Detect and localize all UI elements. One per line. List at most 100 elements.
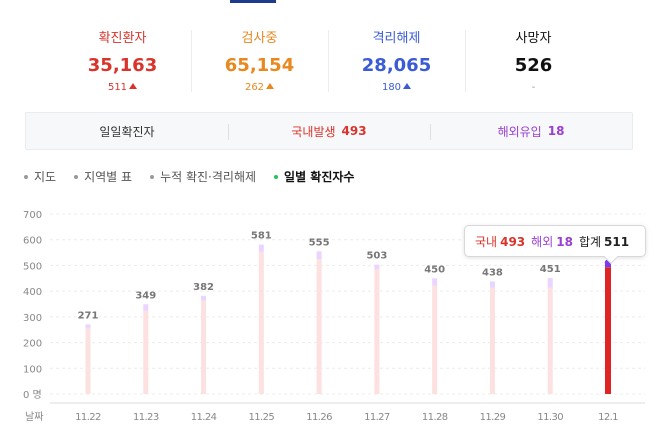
tooltip-total: 합계 511 bbox=[579, 233, 629, 250]
x-tick-label: 11.26 bbox=[306, 412, 332, 423]
bar-domestic bbox=[547, 287, 553, 394]
arrow-up-icon bbox=[266, 83, 275, 89]
bar-overseas bbox=[316, 251, 322, 259]
bar-total-label: 451 bbox=[540, 264, 561, 275]
bar-overseas bbox=[201, 295, 207, 301]
x-axis-title: 날짜 bbox=[25, 411, 43, 423]
bar-domestic bbox=[201, 300, 207, 394]
bullet-icon bbox=[24, 174, 28, 179]
stat-1: 검사중 65,154 262 bbox=[191, 26, 328, 98]
stat-0: 확진환자 35,163 511 bbox=[54, 26, 191, 98]
chart-tooltip: 국내 493 해외 18 합계 511 bbox=[464, 225, 646, 257]
subtab-0[interactable]: 지도 bbox=[24, 168, 56, 185]
y-tick-label: 0 명 bbox=[23, 389, 42, 401]
stat-change-value: 180 bbox=[381, 82, 402, 93]
tooltip-overseas-label: 해외 bbox=[531, 234, 554, 249]
x-tick-label: 11.27 bbox=[364, 412, 390, 423]
y-tick-label: 600 bbox=[23, 236, 42, 247]
bar-total-label: 581 bbox=[251, 231, 272, 242]
y-tick-label: 400 bbox=[23, 287, 42, 298]
bar-overseas bbox=[374, 264, 380, 270]
x-tick-label: 11.23 bbox=[133, 412, 159, 423]
tooltip-domestic-label: 국내 bbox=[475, 234, 498, 249]
bar-domestic bbox=[605, 267, 611, 394]
stat-value: 65,154 bbox=[224, 55, 295, 76]
tooltip-domestic: 국내 493 bbox=[475, 233, 525, 250]
subtab-2[interactable]: 누적 확진·격리해제 bbox=[150, 168, 256, 185]
subtab-label: 지역별 표 bbox=[84, 170, 133, 184]
bullet-icon bbox=[150, 174, 155, 179]
tab-count: 18 bbox=[547, 124, 565, 138]
stat-change: - bbox=[465, 81, 602, 95]
bar-overseas bbox=[547, 278, 553, 288]
x-tick-label: 11.29 bbox=[480, 412, 506, 423]
bar-domestic bbox=[258, 251, 264, 394]
bar-domestic bbox=[489, 287, 495, 394]
x-tick-label: 11.28 bbox=[422, 412, 448, 423]
stat-change-value: - bbox=[531, 82, 536, 93]
bar-overseas bbox=[85, 324, 91, 329]
arrow-up-icon bbox=[403, 83, 412, 89]
stat-change-value: 511 bbox=[107, 82, 128, 93]
x-tick-label: 11.22 bbox=[75, 412, 101, 423]
x-tick-label: 11.24 bbox=[191, 412, 217, 423]
tab-count: 493 bbox=[341, 124, 367, 138]
bar-total-label: 349 bbox=[135, 290, 156, 301]
stat-2: 격리해제 28,065 180 bbox=[328, 26, 465, 98]
x-tick-label: 11.30 bbox=[537, 412, 563, 423]
stat-value: 526 bbox=[514, 55, 553, 76]
tooltip-overseas: 해외 18 bbox=[531, 233, 573, 250]
view-subtabs: 지도 지역별 표 누적 확진·격리해제 일별 확진자수 bbox=[24, 168, 372, 185]
bar-overseas bbox=[143, 304, 149, 311]
bar-overseas bbox=[258, 244, 264, 252]
x-tick-label: 11.25 bbox=[249, 412, 275, 423]
tooltip-total-value: 511 bbox=[604, 234, 630, 249]
y-tick-label: 300 bbox=[23, 313, 42, 324]
tab-2[interactable]: 해외유입 18 bbox=[430, 113, 632, 149]
stats-summary: 확진환자 35,163 511 검사중 65,154 262 격리해제 28,065 180 사망… bbox=[54, 26, 602, 98]
top-tab-indicator bbox=[230, 0, 276, 3]
tab-label: 해외유입 bbox=[497, 124, 542, 139]
x-tick-label: 12.1 bbox=[598, 412, 618, 423]
bar-domestic bbox=[432, 285, 438, 394]
subtab-1[interactable]: 지역별 표 bbox=[74, 168, 132, 185]
stat-label: 격리해제 bbox=[372, 31, 421, 46]
y-tick-label: 200 bbox=[23, 339, 42, 350]
bullet-icon bbox=[74, 174, 79, 179]
bar-overseas bbox=[489, 281, 495, 288]
tab-0[interactable]: 일일확진자 bbox=[26, 113, 228, 149]
bar-domestic bbox=[316, 259, 322, 394]
bar-domestic bbox=[85, 328, 91, 394]
stat-label: 확진환자 bbox=[98, 31, 147, 46]
tooltip-overseas-value: 18 bbox=[556, 234, 573, 249]
stat-change: 180 bbox=[328, 81, 465, 95]
stat-value: 35,163 bbox=[87, 55, 158, 76]
stat-change: 511 bbox=[54, 81, 191, 95]
bullet-icon bbox=[274, 174, 279, 179]
bar-total-label: 271 bbox=[78, 310, 99, 321]
tab-label: 일일확진자 bbox=[99, 124, 155, 139]
y-tick-label: 700 bbox=[23, 210, 42, 221]
stat-3: 사망자 526 - bbox=[465, 26, 602, 98]
bar-total-label: 438 bbox=[482, 267, 503, 278]
stat-label: 사망자 bbox=[515, 31, 552, 46]
stat-change-value: 262 bbox=[244, 82, 265, 93]
subtab-3[interactable]: 일별 확진자수 bbox=[274, 168, 354, 185]
tooltip-total-label: 합계 bbox=[578, 234, 602, 249]
bar-total-label: 503 bbox=[366, 251, 387, 262]
case-type-tabs: 일일확진자 국내발생 493 해외유입 18 bbox=[25, 112, 633, 150]
subtab-label: 누적 확진·격리해제 bbox=[160, 170, 257, 184]
stat-change: 262 bbox=[191, 81, 328, 95]
bar-total-label: 555 bbox=[309, 237, 330, 248]
y-tick-label: 100 bbox=[23, 364, 42, 375]
y-tick-label: 500 bbox=[23, 261, 42, 272]
bar-domestic bbox=[143, 310, 149, 394]
tooltip-domestic-value: 493 bbox=[500, 234, 526, 249]
stat-label: 검사중 bbox=[241, 31, 278, 46]
bar-overseas bbox=[432, 278, 438, 286]
stat-value: 28,065 bbox=[361, 55, 432, 76]
arrow-up-icon bbox=[129, 83, 138, 89]
bar-domestic bbox=[374, 269, 380, 394]
bar-total-label: 382 bbox=[193, 282, 214, 293]
tab-1[interactable]: 국내발생 493 bbox=[228, 113, 430, 149]
